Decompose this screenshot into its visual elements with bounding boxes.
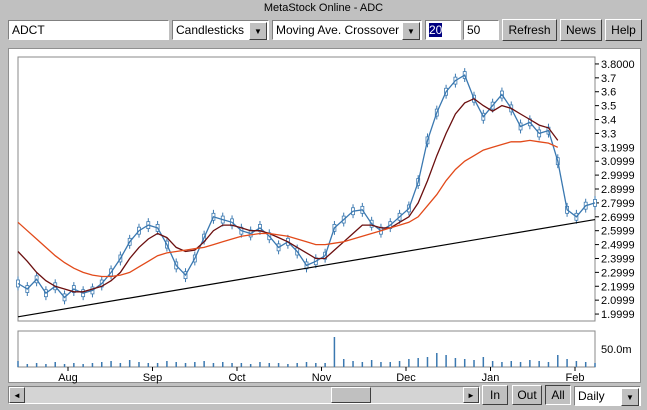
- zoom-out-button[interactable]: Out: [512, 385, 542, 405]
- x-tick-label: Dec: [396, 372, 416, 384]
- long-moving-average-line: [17, 139, 559, 278]
- x-tick-label: Sep: [143, 372, 163, 384]
- plot-frame: [17, 56, 596, 322]
- symbol-input[interactable]: ADCT: [8, 20, 169, 40]
- fast-period-value: 20: [429, 23, 443, 37]
- fast-period-input[interactable]: 20: [425, 20, 461, 40]
- horizontal-scrollbar[interactable]: ◄ ►: [8, 386, 480, 404]
- scroll-thumb[interactable]: [331, 387, 371, 403]
- scroll-right-icon[interactable]: ►: [463, 387, 479, 403]
- y-tick-label: 3.7: [601, 73, 616, 85]
- chart-style-value: Candlesticks: [176, 23, 245, 37]
- y-tick-label: 2.1999: [601, 281, 635, 293]
- indicator-select[interactable]: Moving Ave. Crossover ▼: [272, 20, 422, 40]
- y-tick-label: 3.8000: [601, 59, 635, 71]
- x-tick-label: Nov: [312, 372, 332, 384]
- chart-panel: 3.8000 3.7 3.6 3.5 3.4 3.3 3.1999 3.0999 2.9999 2…: [8, 48, 641, 384]
- period-select[interactable]: Daily ▼: [574, 386, 641, 406]
- scroll-left-icon[interactable]: ◄: [9, 387, 25, 403]
- x-tick-label: Jan: [482, 372, 500, 384]
- y-tick-label: 1.9999: [601, 309, 635, 321]
- y-tick-label: 2.6999: [601, 212, 635, 224]
- y-tick-label: 2.0999: [601, 295, 635, 307]
- zoom-in-button[interactable]: In: [482, 385, 508, 405]
- chevron-down-icon[interactable]: ▼: [621, 388, 639, 406]
- y-tick-label: 2.4999: [601, 240, 635, 252]
- chevron-down-icon[interactable]: ▼: [402, 22, 420, 40]
- window-title: MetaStock Online - ADC: [263, 2, 384, 14]
- volume-frame: [17, 330, 596, 368]
- y-tick-label: 3.0999: [601, 156, 635, 168]
- x-tick-label: Oct: [228, 372, 245, 384]
- period-value: Daily: [578, 389, 605, 403]
- refresh-button[interactable]: Refresh: [502, 19, 557, 41]
- chevron-down-icon[interactable]: ▼: [249, 22, 267, 40]
- slow-period-input[interactable]: 50: [463, 20, 499, 40]
- y-tick-label: 2.3999: [601, 253, 635, 265]
- volume-label: 50.0m: [601, 344, 632, 356]
- y-tick-label: 2.9999: [601, 170, 635, 182]
- show-all-button[interactable]: All: [545, 385, 571, 405]
- y-tick-label: 3.1999: [601, 142, 635, 154]
- y-tick-label: 3.3: [601, 128, 616, 140]
- y-tick-label: 3.6: [601, 87, 616, 99]
- y-tick-label: 3.4: [601, 115, 616, 127]
- trend-line: [17, 218, 596, 318]
- help-button[interactable]: Help: [605, 19, 642, 41]
- y-tick-label: 2.8999: [601, 184, 635, 196]
- short-moving-average-line: [17, 97, 559, 293]
- y-tick-label: 2.2999: [601, 267, 635, 279]
- y-tick-label: 2.5999: [601, 226, 635, 238]
- y-tick-label: 3.5: [601, 101, 616, 113]
- price-chart: 3.8000 3.7 3.6 3.5 3.43.3 3.1999 3.0999 2.9999 2…: [16, 56, 635, 384]
- x-tick-label: Feb: [566, 372, 585, 384]
- chart-style-select[interactable]: Candlesticks ▼: [172, 20, 269, 40]
- news-button[interactable]: News: [560, 19, 602, 41]
- indicator-value: Moving Ave. Crossover: [276, 23, 400, 37]
- y-tick-label: 2.7999: [601, 198, 635, 210]
- x-tick-label: Aug: [58, 372, 78, 384]
